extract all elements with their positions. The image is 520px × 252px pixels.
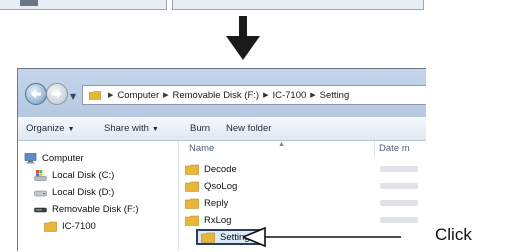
column-header-name[interactable]: Name bbox=[189, 143, 214, 154]
previous-window-remnant bbox=[0, 0, 424, 12]
address-bar[interactable]: ▶ Computer ▶ Removable Disk (F:) ▶ IC-71… bbox=[82, 85, 426, 105]
previous-window-right-pane bbox=[172, 0, 424, 10]
folder-icon bbox=[185, 164, 199, 175]
folder-icon bbox=[185, 198, 199, 209]
breadcrumb-setting[interactable]: Setting bbox=[320, 90, 350, 101]
folder-item-label: Reply bbox=[204, 197, 229, 209]
recent-pages-chevron-down-icon[interactable]: ▼ bbox=[70, 92, 76, 101]
navigation-pane: Computer Local Disk (C:) Local Disk (D:)… bbox=[18, 141, 179, 251]
folder-item-rxlog[interactable]: RxLog bbox=[178, 212, 231, 228]
computer-icon bbox=[24, 153, 37, 164]
drive-icon bbox=[34, 190, 47, 197]
nav-item-label: Local Disk (C:) bbox=[52, 170, 115, 181]
breadcrumb-ic-7100[interactable]: IC-7100 bbox=[272, 90, 306, 101]
nav-item-label: Computer bbox=[42, 153, 84, 164]
chevron-down-icon: ▼ bbox=[151, 126, 159, 133]
nav-item-local-disk-d[interactable]: Local Disk (D:) bbox=[34, 187, 114, 198]
callout-arrow-icon bbox=[243, 226, 401, 248]
sort-ascending-icon: ▲ bbox=[278, 141, 285, 148]
previous-window-icon bbox=[20, 0, 38, 6]
folder-icon bbox=[44, 221, 57, 232]
breadcrumb-removable-disk[interactable]: Removable Disk (F:) bbox=[173, 90, 260, 101]
share-with-label: Share with bbox=[104, 123, 149, 134]
step-down-arrow-icon bbox=[226, 16, 260, 60]
breadcrumb-separator-icon: ▶ bbox=[263, 92, 269, 99]
nav-item-ic-7100[interactable]: IC-7100 bbox=[44, 221, 96, 232]
removable-drive-icon bbox=[34, 207, 47, 213]
forward-button[interactable] bbox=[46, 83, 68, 105]
os-drive-icon bbox=[34, 170, 47, 181]
folder-icon bbox=[201, 232, 215, 243]
nav-item-local-disk-c[interactable]: Local Disk (C:) bbox=[34, 170, 114, 181]
folder-item-decode[interactable]: Decode bbox=[178, 161, 237, 177]
nav-item-label: IC-7100 bbox=[62, 221, 96, 232]
breadcrumb-separator-icon: ▶ bbox=[108, 92, 114, 99]
date-modified-value bbox=[380, 183, 418, 189]
nav-item-label: Local Disk (D:) bbox=[52, 187, 115, 198]
folder-item-qsolog[interactable]: QsoLog bbox=[178, 178, 237, 194]
arrow-left-icon bbox=[31, 89, 41, 99]
date-modified-value bbox=[380, 166, 418, 172]
arrow-right-icon bbox=[52, 89, 62, 99]
folder-item-label: QsoLog bbox=[204, 180, 238, 192]
nav-item-label: Removable Disk (F:) bbox=[52, 204, 139, 215]
click-instruction-label: Click bbox=[435, 225, 472, 244]
nav-item-removable-disk-f[interactable]: Removable Disk (F:) bbox=[34, 204, 139, 215]
folder-item-label: Decode bbox=[204, 163, 237, 175]
organize-label: Organize bbox=[26, 123, 65, 134]
date-modified-value bbox=[380, 200, 418, 206]
nav-item-computer[interactable]: Computer bbox=[24, 153, 84, 164]
column-divider bbox=[374, 141, 375, 157]
breadcrumb-computer[interactable]: Computer bbox=[117, 90, 159, 101]
command-bar: Organize ▼ Share with ▼ Burn New folder bbox=[18, 117, 426, 141]
share-with-button[interactable]: Share with ▼ bbox=[104, 123, 159, 134]
folder-icon bbox=[89, 90, 101, 100]
folder-icon bbox=[185, 181, 199, 192]
new-folder-button[interactable]: New folder bbox=[226, 123, 271, 134]
column-header-date-modified[interactable]: Date m bbox=[379, 143, 410, 154]
chevron-down-icon: ▼ bbox=[67, 126, 75, 133]
title-bar: ▼ ▶ Computer ▶ Removable Disk (F:) ▶ IC-… bbox=[18, 69, 426, 117]
organize-button[interactable]: Organize ▼ bbox=[26, 123, 75, 134]
burn-button[interactable]: Burn bbox=[190, 123, 210, 134]
back-button[interactable] bbox=[25, 83, 47, 105]
breadcrumb-separator-icon: ▶ bbox=[310, 92, 316, 99]
folder-item-reply[interactable]: Reply bbox=[178, 195, 228, 211]
breadcrumb-separator-icon: ▶ bbox=[163, 92, 169, 99]
folder-item-label: RxLog bbox=[204, 214, 232, 226]
folder-icon bbox=[185, 215, 199, 226]
